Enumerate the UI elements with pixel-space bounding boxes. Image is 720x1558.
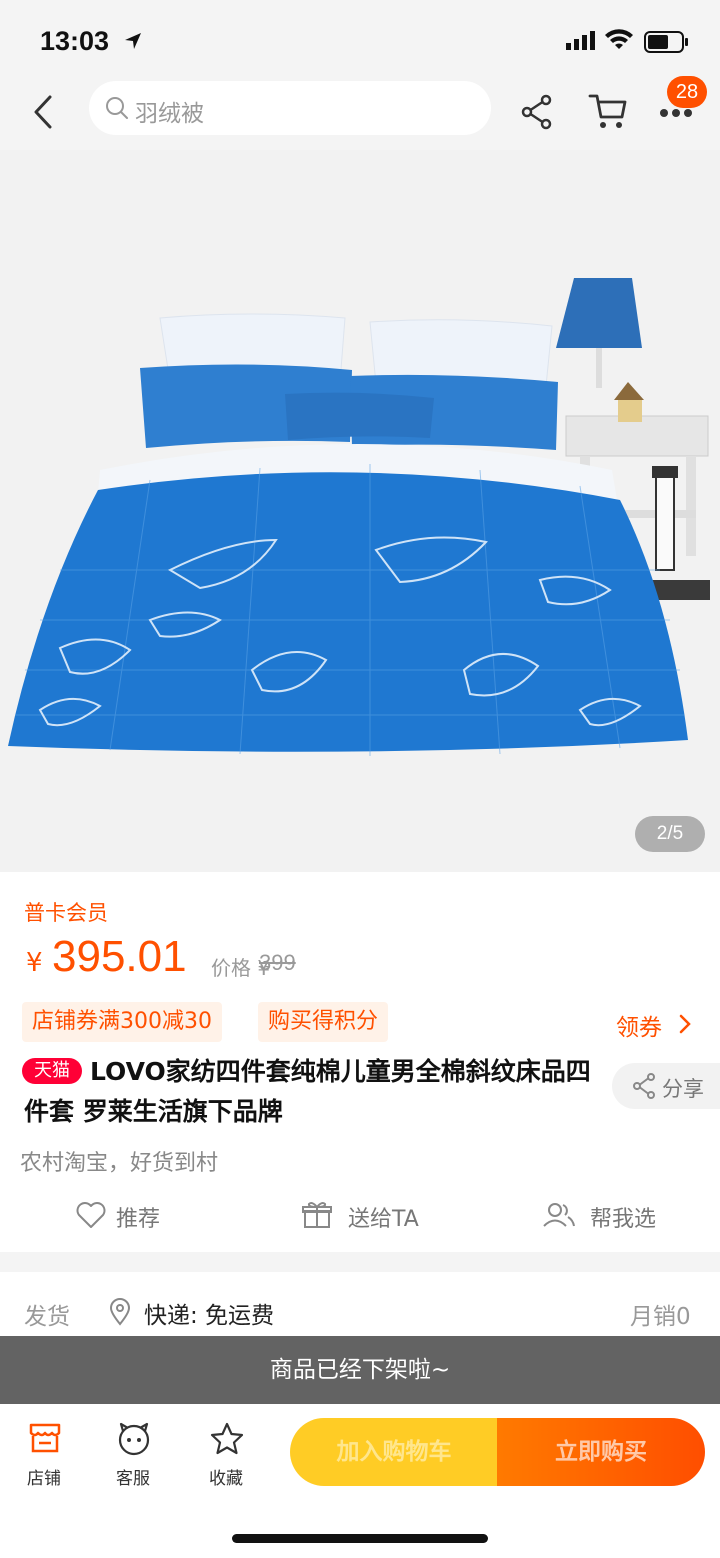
shop-coupon-tag[interactable]: 店铺券满300减30 [22, 1002, 222, 1042]
status-time: 13:03 [40, 26, 110, 56]
gift-button[interactable]: 送给TA [302, 1194, 432, 1238]
share-button[interactable]: 分享 [612, 1063, 720, 1109]
tab-favorite[interactable]: 收藏 [186, 1422, 266, 1492]
original-price: 399 [259, 950, 296, 975]
share-icon [633, 1073, 655, 1099]
monthly-sales: 月销0 [630, 1304, 691, 1330]
product-photo-bedding-set [0, 150, 720, 872]
product-title: LOVO家纺四件套纯棉儿童男全棉斜纹床品四件套 罗莱生活旗下品牌 [24, 1057, 591, 1126]
gift-label: 送给TA [348, 1207, 419, 1232]
message-count-badge: 28 [667, 76, 707, 108]
product-detail-page: 13:03 羽绒被 28 2/5 普卡会员 ¥ 395.01 价格 ¥ 399 … [0, 0, 720, 1558]
recommend-label: 推荐 [116, 1207, 161, 1232]
tmall-badge: 天猫 [22, 1058, 82, 1084]
search-bar[interactable]: 羽绒被 [89, 81, 491, 135]
points-tag[interactable]: 购买得积分 [258, 1002, 389, 1042]
more-dots-icon[interactable] [660, 108, 692, 118]
shipping-label: 发货 [24, 1304, 70, 1330]
tab-customer-service-label: 客服 [116, 1469, 150, 1489]
tab-shop-label: 店铺 [27, 1469, 61, 1489]
recommend-button[interactable]: 推荐 [76, 1194, 186, 1238]
share-label: 分享 [662, 1077, 704, 1101]
heart-icon [76, 1202, 106, 1228]
help-me-choose-label: 帮我选 [590, 1207, 657, 1232]
tab-favorite-label: 收藏 [209, 1469, 243, 1489]
home-indicator [232, 1534, 488, 1543]
tab-shop[interactable]: 店铺 [4, 1422, 84, 1492]
status-bar: 13:03 [0, 0, 720, 80]
price-currency: ¥ [26, 948, 43, 978]
customer-service-icon [118, 1422, 150, 1456]
product-info-card: 普卡会员 ¥ 395.01 价格 ¥ 399 店铺券满300减30 购买得积分 … [0, 872, 720, 1252]
current-price: 395.01 [52, 932, 187, 981]
gift-icon [302, 1202, 332, 1228]
tab-customer-service[interactable]: 客服 [93, 1422, 173, 1492]
product-actions: 推荐 送给TA 帮我选 [0, 1194, 720, 1238]
help-me-choose-button[interactable]: 帮我选 [542, 1194, 672, 1238]
shipping-method: 快递: 免运费 [144, 1303, 275, 1329]
chevron-right-icon[interactable] [678, 1014, 692, 1034]
share-icon[interactable] [520, 94, 554, 130]
add-to-cart-button[interactable]: 加入购物车 [290, 1418, 498, 1486]
off-shelf-notice: 商品已经下架啦~ [0, 1336, 720, 1404]
product-image-gallery[interactable]: 2/5 [0, 150, 720, 872]
back-arrow-icon[interactable] [28, 94, 58, 130]
location-pin-icon [109, 1298, 131, 1326]
top-nav-bar: 羽绒被 28 [0, 76, 720, 142]
cellular-signal-icon [566, 31, 595, 50]
image-counter: 2/5 [635, 816, 705, 852]
member-tier-label: 普卡会员 [24, 901, 108, 925]
location-arrow-icon [125, 33, 141, 49]
battery-icon [644, 31, 688, 53]
shop-icon [29, 1423, 61, 1453]
get-coupon-link[interactable]: 领券 [616, 1008, 662, 1042]
wifi-icon [605, 29, 633, 49]
search-icon [106, 97, 128, 119]
search-placeholder: 羽绒被 [135, 101, 204, 127]
star-icon [210, 1422, 244, 1455]
promo-slogan: 农村淘宝，好货到村 [20, 1151, 219, 1176]
people-icon [543, 1203, 575, 1227]
buy-now-button[interactable]: 立即购买 [497, 1418, 705, 1486]
bottom-action-bar: 店铺 客服 收藏 加入购物车 立即购买 [0, 1404, 720, 1558]
cart-icon[interactable] [588, 92, 628, 130]
